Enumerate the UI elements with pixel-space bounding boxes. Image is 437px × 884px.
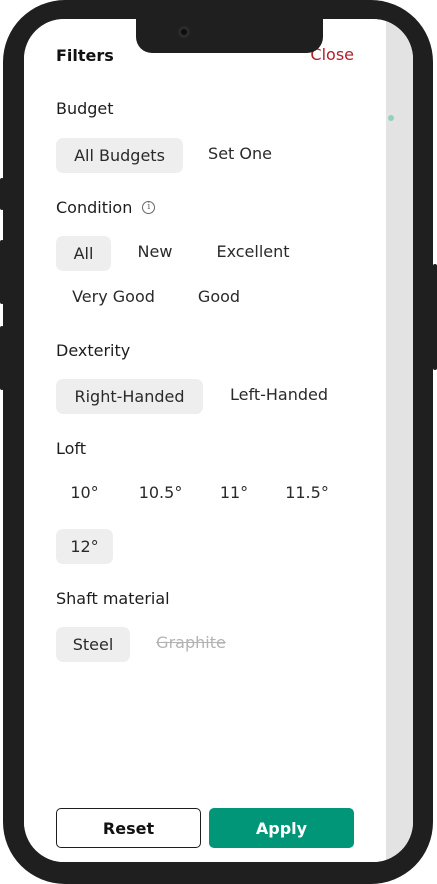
apply-button[interactable]: Apply [209, 808, 354, 848]
background-page [386, 19, 413, 862]
condition-option-excellent[interactable]: Excellent [204, 234, 302, 269]
sheet-title: Filters [56, 46, 114, 65]
side-button-power [433, 264, 437, 370]
loft-option-11[interactable]: 11° [207, 475, 261, 510]
side-button-silent [0, 178, 4, 210]
loft-label: Loft [56, 439, 87, 458]
dexterity-label: Dexterity [56, 341, 131, 360]
phone-notch [136, 19, 323, 53]
dexterity-option-left-handed[interactable]: Left-Handed [217, 377, 341, 412]
filters-sheet: Filters Close Budget All Budgets Set One… [24, 19, 386, 862]
side-button-volume-up [0, 240, 4, 304]
loft-option-10-5[interactable]: 10.5° [128, 475, 193, 510]
reset-button[interactable]: Reset [56, 808, 201, 848]
condition-option-new[interactable]: New [125, 234, 185, 269]
side-button-volume-down [0, 326, 4, 390]
phone-screen: Filters Close Budget All Budgets Set One… [24, 19, 413, 862]
dexterity-option-right-handed[interactable]: Right-Handed [56, 379, 203, 414]
loft-option-12[interactable]: 12° [56, 529, 113, 564]
camera-icon [178, 26, 190, 38]
condition-label-text: Condition [56, 198, 133, 217]
shaft-option-graphite: Graphite [156, 633, 226, 652]
condition-option-good[interactable]: Good [186, 279, 252, 314]
budget-label: Budget [56, 99, 114, 118]
condition-label: Condition i [56, 198, 156, 217]
background-page-dot [388, 115, 394, 121]
shaft-option-steel[interactable]: Steel [56, 627, 130, 662]
condition-option-very-good[interactable]: Very Good [56, 279, 171, 314]
budget-option-set-one[interactable]: Set One [196, 136, 284, 171]
loft-option-10[interactable]: 10° [56, 475, 113, 510]
condition-option-all[interactable]: All [56, 236, 111, 271]
shaft-material-label: Shaft material [56, 589, 170, 608]
budget-option-all-budgets[interactable]: All Budgets [56, 138, 183, 173]
info-icon[interactable]: i [142, 201, 156, 214]
loft-option-11-5[interactable]: 11.5° [274, 475, 340, 510]
